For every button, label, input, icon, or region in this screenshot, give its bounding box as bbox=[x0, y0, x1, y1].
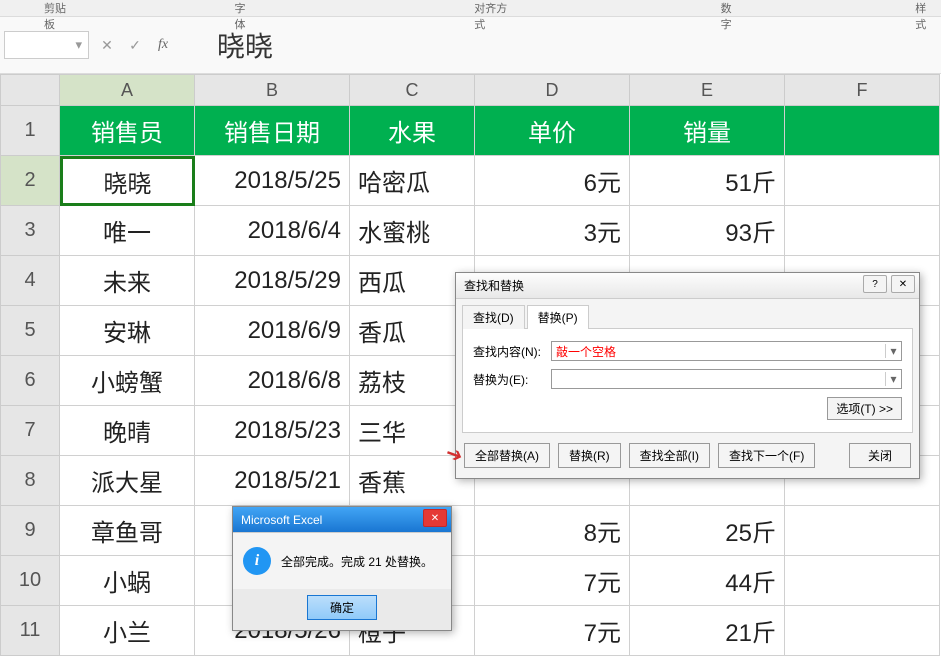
row-header-8[interactable]: 8 bbox=[0, 456, 60, 506]
row-header-1[interactable]: 1 bbox=[0, 106, 60, 156]
dialog-help-icon[interactable]: ? bbox=[863, 275, 887, 293]
msgbox-title-bar[interactable]: Microsoft Excel ✕ bbox=[233, 507, 451, 533]
cell-D3[interactable]: 3元 bbox=[475, 206, 630, 256]
row-header-10[interactable]: 10 bbox=[0, 556, 60, 606]
cell-F1[interactable] bbox=[785, 106, 940, 156]
find-dropdown-icon[interactable]: ▾ bbox=[885, 344, 901, 358]
cell-E10[interactable]: 44斤 bbox=[630, 556, 785, 606]
cell-F11[interactable] bbox=[785, 606, 940, 656]
name-box-dropdown-icon[interactable]: ▾ bbox=[75, 37, 82, 53]
select-all-corner[interactable] bbox=[0, 74, 60, 106]
cell-A2[interactable]: 晓晓 bbox=[60, 156, 195, 206]
cell-A5[interactable]: 安琳 bbox=[60, 306, 195, 356]
cell-A8[interactable]: 派大星 bbox=[60, 456, 195, 506]
row-header-4[interactable]: 4 bbox=[0, 256, 60, 306]
cell-F3[interactable] bbox=[785, 206, 940, 256]
row-header-3[interactable]: 3 bbox=[0, 206, 60, 256]
cell-A1[interactable]: 销售员 bbox=[60, 106, 195, 156]
close-button[interactable]: 关闭 bbox=[849, 443, 911, 468]
col-header-D[interactable]: D bbox=[475, 74, 630, 106]
name-box[interactable]: ▾ bbox=[4, 31, 89, 59]
row-header-11[interactable]: 11 bbox=[0, 606, 60, 656]
cell-B3[interactable]: 2018/6/4 bbox=[195, 206, 350, 256]
cell-F9[interactable] bbox=[785, 506, 940, 556]
formula-value[interactable]: 晓晓 bbox=[217, 25, 273, 65]
cell-D1[interactable]: 单价 bbox=[475, 106, 630, 156]
tab-find[interactable]: 查找(D) bbox=[462, 305, 525, 329]
cell-C2[interactable]: 哈密瓜 bbox=[350, 156, 475, 206]
row-header-7[interactable]: 7 bbox=[0, 406, 60, 456]
info-icon: i bbox=[243, 547, 271, 575]
cell-D9[interactable]: 8元 bbox=[475, 506, 630, 556]
col-header-B[interactable]: B bbox=[195, 74, 350, 106]
cell-E11[interactable]: 21斤 bbox=[630, 606, 785, 656]
col-header-F[interactable]: F bbox=[785, 74, 940, 106]
cell-B8[interactable]: 2018/5/21 bbox=[195, 456, 350, 506]
msgbox-message: 全部完成。完成 21 处替换。 bbox=[281, 553, 433, 570]
col-header-E[interactable]: E bbox=[630, 74, 785, 106]
col-header-A[interactable]: A bbox=[60, 74, 195, 106]
cell-B2[interactable]: 2018/5/25 bbox=[195, 156, 350, 206]
cell-B1[interactable]: 销售日期 bbox=[195, 106, 350, 156]
replace-button[interactable]: 替换(R) bbox=[558, 443, 621, 468]
cell-D11[interactable]: 7元 bbox=[475, 606, 630, 656]
options-button[interactable]: 选项(T) >> bbox=[827, 397, 902, 420]
tab-replace[interactable]: 替换(P) bbox=[527, 305, 589, 329]
cell-B7[interactable]: 2018/5/23 bbox=[195, 406, 350, 456]
cell-D10[interactable]: 7元 bbox=[475, 556, 630, 606]
msgbox-title: Microsoft Excel bbox=[241, 513, 322, 527]
cell-F10[interactable] bbox=[785, 556, 940, 606]
cell-A4[interactable]: 未来 bbox=[60, 256, 195, 306]
find-what-label: 查找内容(N): bbox=[473, 343, 551, 360]
cell-A9[interactable]: 章鱼哥 bbox=[60, 506, 195, 556]
replace-with-input[interactable]: ▾ bbox=[551, 369, 902, 389]
row-header-5[interactable]: 5 bbox=[0, 306, 60, 356]
cell-A11[interactable]: 小兰 bbox=[60, 606, 195, 656]
find-next-button[interactable]: 查找下一个(F) bbox=[718, 443, 815, 468]
col-header-C[interactable]: C bbox=[350, 74, 475, 106]
replace-with-label: 替换为(E): bbox=[473, 371, 551, 388]
cell-A6[interactable]: 小螃蟹 bbox=[60, 356, 195, 406]
cancel-formula-icon[interactable]: ✕ bbox=[93, 31, 121, 59]
find-replace-dialog: 查找和替换 ? ✕ 查找(D) 替换(P) 查找内容(N): 敲一个空格 ▾ 替… bbox=[455, 272, 920, 479]
cell-B5[interactable]: 2018/6/9 bbox=[195, 306, 350, 356]
cell-A3[interactable]: 唯一 bbox=[60, 206, 195, 256]
cell-B4[interactable]: 2018/5/29 bbox=[195, 256, 350, 306]
cell-A10[interactable]: 小蜗 bbox=[60, 556, 195, 606]
find-what-input[interactable]: 敲一个空格 ▾ bbox=[551, 341, 902, 361]
cell-D2[interactable]: 6元 bbox=[475, 156, 630, 206]
cell-E1[interactable]: 销量 bbox=[630, 106, 785, 156]
dialog-title: 查找和替换 bbox=[464, 277, 524, 294]
confirm-formula-icon[interactable]: ✓ bbox=[121, 31, 149, 59]
row-header-2[interactable]: 2 bbox=[0, 156, 60, 206]
message-box: Microsoft Excel ✕ i 全部完成。完成 21 处替换。 确定 bbox=[232, 506, 452, 631]
cell-E9[interactable]: 25斤 bbox=[630, 506, 785, 556]
cell-E2[interactable]: 51斤 bbox=[630, 156, 785, 206]
replace-dropdown-icon[interactable]: ▾ bbox=[885, 372, 901, 386]
cell-A7[interactable]: 晚晴 bbox=[60, 406, 195, 456]
replace-all-button[interactable]: 全部替换(A) bbox=[464, 443, 550, 468]
ribbon-group-labels: 剪贴板 字体 对齐方式 数字 样式 bbox=[0, 0, 941, 16]
cell-F2[interactable] bbox=[785, 156, 940, 206]
row-header-6[interactable]: 6 bbox=[0, 356, 60, 406]
ok-button[interactable]: 确定 bbox=[307, 595, 377, 620]
cell-B6[interactable]: 2018/6/8 bbox=[195, 356, 350, 406]
msgbox-close-icon[interactable]: ✕ bbox=[423, 509, 447, 527]
find-all-button[interactable]: 查找全部(I) bbox=[629, 443, 710, 468]
cell-C1[interactable]: 水果 bbox=[350, 106, 475, 156]
cell-C3[interactable]: 水蜜桃 bbox=[350, 206, 475, 256]
fx-icon[interactable]: fx bbox=[149, 31, 177, 59]
dialog-close-icon[interactable]: ✕ bbox=[891, 275, 915, 293]
row-header-9[interactable]: 9 bbox=[0, 506, 60, 556]
dialog-title-bar[interactable]: 查找和替换 ? ✕ bbox=[456, 273, 919, 299]
cell-E3[interactable]: 93斤 bbox=[630, 206, 785, 256]
